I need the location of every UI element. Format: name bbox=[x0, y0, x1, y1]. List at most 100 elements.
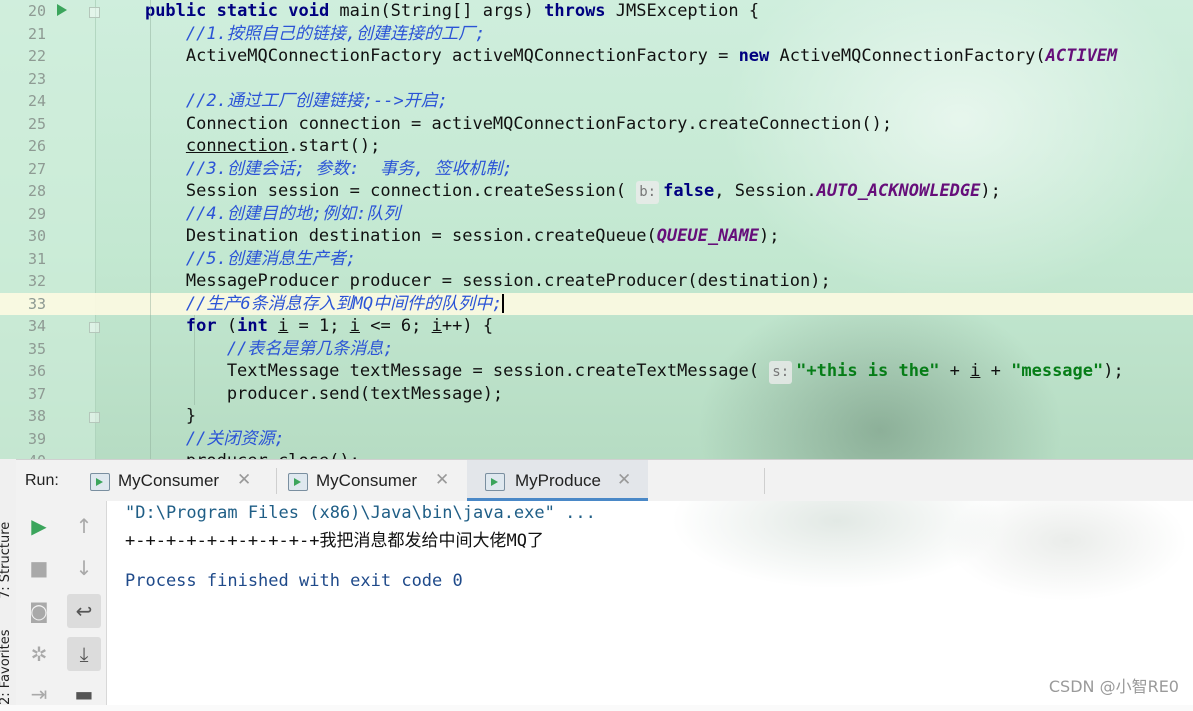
code-token: //4.创建目的地;例如:队列 bbox=[185, 203, 401, 224]
code-token: ( bbox=[216, 316, 238, 336]
code-text: Destination destination = session.create… bbox=[104, 225, 780, 248]
code-token: producer.close(); bbox=[104, 451, 360, 459]
code-text: ActiveMQConnectionFactory activeMQConnec… bbox=[104, 45, 1117, 68]
code-line[interactable]: 39 //关闭资源; bbox=[0, 428, 1193, 451]
code-line[interactable]: 27 //3.创建会话; 参数: 事务, 签收机制; bbox=[0, 158, 1193, 181]
code-token: //关闭资源; bbox=[185, 428, 285, 449]
console-output-line: +-+-+-+-+-+-+-+-+-+我把消息都发给中间大佬MQ了 bbox=[125, 531, 544, 551]
scroll-to-end-icon[interactable]: ⤓ bbox=[67, 637, 101, 671]
code-line[interactable]: 29 //4.创建目的地;例如:队列 bbox=[0, 203, 1193, 226]
code-line[interactable]: 23 bbox=[0, 68, 1193, 91]
print-icon[interactable]: ▬ bbox=[67, 677, 101, 711]
line-number: 31 bbox=[27, 249, 46, 268]
code-line[interactable]: 22 ActiveMQConnectionFactory activeMQCon… bbox=[0, 45, 1193, 68]
code-token: false bbox=[663, 181, 715, 201]
code-text: //1.按照自己的链接,创建连接的工厂; bbox=[104, 23, 485, 46]
run-config-icon bbox=[485, 473, 505, 491]
fold-marker-icon[interactable] bbox=[89, 322, 100, 333]
run-panel-header: Run: MyConsumer ✕ MyConsumer ✕ MyProduce… bbox=[16, 459, 1193, 503]
line-number: 22 bbox=[27, 47, 46, 65]
close-icon[interactable]: ✕ bbox=[435, 470, 449, 490]
line-number: 20 bbox=[27, 2, 46, 20]
line-number: 39 bbox=[27, 429, 46, 448]
code-line[interactable]: 34 for (int i = 1; i <= 6; i++) { bbox=[0, 315, 1193, 338]
tab-separator bbox=[276, 468, 277, 494]
fold-marker-icon[interactable] bbox=[89, 412, 100, 423]
exit-icon[interactable]: ⇥ bbox=[22, 677, 56, 711]
left-tool-stripe: 7: Structure 2: Favorites bbox=[0, 459, 17, 705]
code-line[interactable]: 26 connection.start(); bbox=[0, 135, 1193, 158]
console-command-line: "D:\Program Files (x86)\Java\bin\java.ex… bbox=[125, 503, 596, 523]
tab-label: MyProduce bbox=[515, 471, 601, 490]
code-line[interactable]: 30 Destination destination = session.cre… bbox=[0, 225, 1193, 248]
code-token: MessageProducer producer = session.creat… bbox=[104, 271, 831, 291]
code-token: ActiveMQConnectionFactory( bbox=[769, 46, 1046, 66]
settings-bug-icon[interactable]: ✲ bbox=[22, 637, 56, 671]
fold-marker-icon[interactable] bbox=[89, 7, 100, 18]
run-console[interactable]: "D:\Program Files (x86)\Java\bin\java.ex… bbox=[107, 501, 1193, 705]
run-gutter-icon[interactable] bbox=[57, 4, 67, 16]
line-number: 28 bbox=[27, 182, 46, 200]
line-number: 35 bbox=[27, 339, 46, 358]
soft-wrap-icon[interactable]: ↩ bbox=[67, 594, 101, 628]
code-line[interactable]: 33 //生产6条消息存入到MQ中间件的队列中; bbox=[0, 292, 1193, 315]
code-token: ); bbox=[1103, 361, 1124, 381]
run-toolbar: ▶ ↑ ■ ↓ ◙ ↩ ✲ ⤓ ⇥ ▬ bbox=[16, 501, 107, 706]
code-line[interactable]: 35 //表名是第几条消息; bbox=[0, 338, 1193, 361]
stop-icon[interactable]: ■ bbox=[22, 551, 56, 585]
code-token: , Session. bbox=[714, 181, 817, 201]
code-line[interactable]: 25 Connection connection = activeMQConne… bbox=[0, 113, 1193, 136]
code-line[interactable]: 36 TextMessage textMessage = session.cre… bbox=[0, 360, 1193, 384]
code-line[interactable]: 40 producer.close(); bbox=[0, 450, 1193, 459]
code-text: connection.start(); bbox=[104, 135, 380, 158]
tab-label: MyConsumer bbox=[118, 471, 220, 490]
line-number: 34 bbox=[27, 317, 46, 335]
close-icon[interactable]: ✕ bbox=[617, 470, 631, 490]
code-token: Session session = connection.createSessi… bbox=[104, 181, 637, 201]
structure-tool-button[interactable]: 7: Structure bbox=[0, 522, 13, 599]
code-token: ); bbox=[980, 181, 1001, 201]
rerun-icon[interactable]: ▶ bbox=[22, 509, 56, 543]
code-line[interactable]: 20 public static void main(String[] args… bbox=[0, 0, 1193, 23]
code-line[interactable]: 37 producer.send(textMessage); bbox=[0, 383, 1193, 406]
parameter-hint: s: bbox=[769, 361, 793, 384]
code-token: //表名是第几条消息; bbox=[226, 338, 394, 359]
code-text: for (int i = 1; i <= 6; i++) { bbox=[104, 315, 493, 338]
code-line[interactable]: 21 //1.按照自己的链接,创建连接的工厂; bbox=[0, 23, 1193, 46]
code-token: ACTIVEM bbox=[1045, 46, 1118, 66]
line-number: 30 bbox=[27, 227, 46, 245]
code-line[interactable]: 28 Session session = connection.createSe… bbox=[0, 180, 1193, 204]
line-number: 24 bbox=[27, 92, 46, 110]
tab-separator bbox=[764, 468, 765, 494]
tab-myconsumer-1[interactable]: MyConsumer ✕ bbox=[90, 460, 270, 502]
camera-icon[interactable]: ◙ bbox=[22, 594, 56, 628]
code-editor[interactable]: 20 public static void main(String[] args… bbox=[0, 0, 1193, 459]
code-line[interactable]: 31 //5.创建消息生产者; bbox=[0, 248, 1193, 271]
down-arrow-icon[interactable]: ↓ bbox=[67, 551, 101, 585]
code-text: public static void main(String[] args) t… bbox=[104, 0, 759, 23]
code-line[interactable]: 38 } bbox=[0, 405, 1193, 428]
code-token: QUEUE_NAME bbox=[656, 226, 760, 246]
favorites-tool-button[interactable]: 2: Favorites bbox=[0, 629, 13, 705]
code-token: <= 6; bbox=[359, 316, 432, 336]
code-line[interactable]: 32 MessageProducer producer = session.cr… bbox=[0, 270, 1193, 293]
up-arrow-icon[interactable]: ↑ bbox=[67, 509, 101, 543]
line-number: 37 bbox=[27, 384, 46, 403]
code-token: connection bbox=[185, 136, 289, 156]
close-icon[interactable]: ✕ bbox=[237, 470, 251, 490]
code-text: producer.close(); bbox=[104, 450, 360, 459]
code-text: //5.创建消息生产者; bbox=[104, 248, 356, 271]
code-line[interactable]: 24 //2.通过工厂创建链接;-->开启; bbox=[0, 90, 1193, 113]
line-number: 27 bbox=[27, 159, 46, 178]
tab-myconsumer-2[interactable]: MyConsumer ✕ bbox=[288, 460, 468, 502]
parameter-hint: b: bbox=[636, 181, 660, 204]
code-token: //2.通过工厂创建链接;-->开启; bbox=[185, 91, 449, 111]
tab-myproduce[interactable]: MyProduce ✕ bbox=[467, 460, 648, 502]
